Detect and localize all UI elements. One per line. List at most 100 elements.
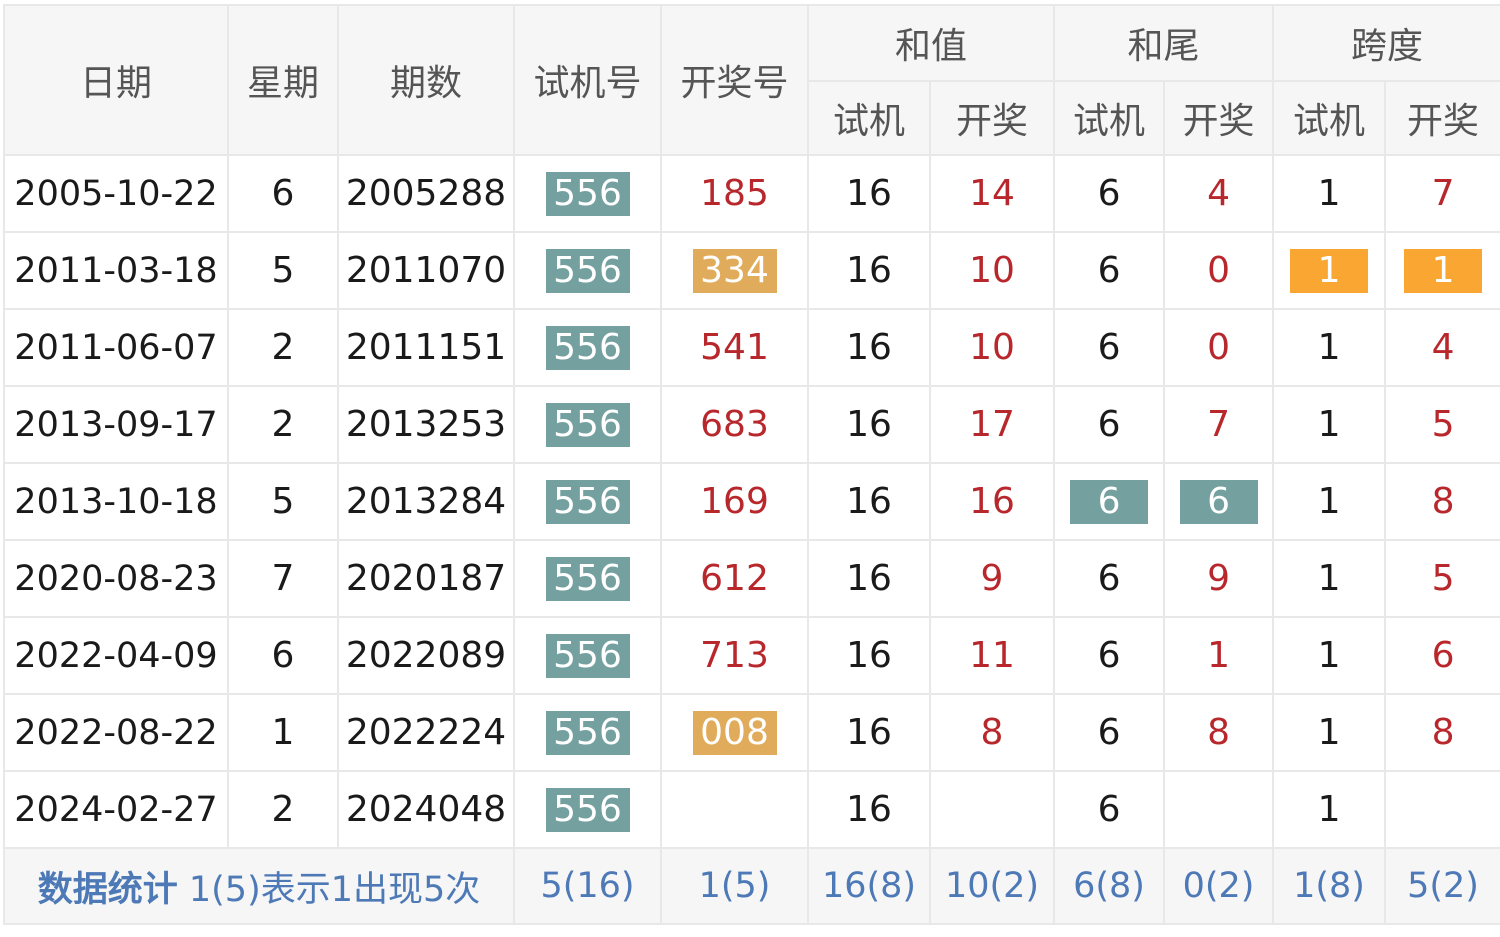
cell-sum-trial: 16 [807, 385, 931, 464]
header-span: 跨度 [1272, 4, 1500, 82]
cell-tail-trial: 6 [1053, 308, 1166, 387]
header-draw-number: 开奖号 [660, 4, 809, 156]
cell-weekday: 1 [227, 693, 339, 772]
stats-note: 1(5)表示1出现5次 [188, 869, 481, 910]
cell-issue: 2011070 [337, 231, 515, 310]
cell-issue: 2020187 [337, 539, 515, 618]
cell-issue: 2024048 [337, 770, 515, 849]
trial-number-badge: 556 [545, 479, 630, 524]
stats-sum-trial: 16(8) [807, 847, 931, 925]
trial-number-history-table: 日期 星期 期数 试机号 开奖号 和值 和尾 跨度 试机 开奖 试机 开奖 试机… [3, 4, 1500, 925]
table-row: 2013-09-17 2 2013253 556 683 16 17 6 7 1… [3, 385, 1500, 464]
header-issue: 期数 [337, 4, 515, 156]
cell-date: 2011-03-18 [3, 231, 229, 310]
cell-weekday: 2 [227, 770, 339, 849]
cell-tail-draw: 0 [1163, 308, 1275, 387]
header-sum-draw: 开奖 [928, 80, 1056, 156]
cell-trial: 556 [513, 231, 662, 310]
cell-date: 2022-08-22 [3, 693, 229, 772]
header-sum-tail: 和尾 [1053, 4, 1275, 82]
cell-sum-draw: 8 [928, 693, 1056, 772]
cell-trial: 556 [513, 385, 662, 464]
header-trial-number: 试机号 [513, 4, 662, 156]
cell-draw: 334 [660, 231, 809, 310]
cell-issue: 2013253 [337, 385, 515, 464]
cell-issue: 2013284 [337, 462, 515, 541]
cell-weekday: 5 [227, 462, 339, 541]
span-match-badge: 1 [1290, 248, 1369, 293]
cell-span-trial: 1 [1272, 308, 1387, 387]
cell-weekday: 2 [227, 385, 339, 464]
cell-trial: 556 [513, 462, 662, 541]
cell-tail-draw [1163, 770, 1275, 849]
cell-span-trial: 1 [1272, 231, 1387, 310]
cell-draw: 169 [660, 462, 809, 541]
cell-sum-trial: 16 [807, 693, 931, 772]
cell-trial: 556 [513, 693, 662, 772]
cell-tail-trial: 6 [1053, 462, 1166, 541]
cell-date: 2011-06-07 [3, 308, 229, 387]
trial-number-badge: 556 [545, 402, 630, 447]
cell-span-trial: 1 [1272, 770, 1387, 849]
cell-date: 2013-10-18 [3, 462, 229, 541]
cell-trial: 556 [513, 308, 662, 387]
cell-sum-trial: 16 [807, 462, 931, 541]
cell-sum-trial: 16 [807, 231, 931, 310]
cell-issue: 2005288 [337, 154, 515, 233]
cell-tail-draw: 4 [1163, 154, 1275, 233]
cell-span-trial: 1 [1272, 616, 1387, 695]
cell-span-draw: 7 [1384, 154, 1500, 233]
cell-tail-trial: 6 [1053, 693, 1166, 772]
cell-sum-trial: 16 [807, 154, 931, 233]
trial-number-badge: 556 [545, 556, 630, 601]
cell-issue: 2011151 [337, 308, 515, 387]
cell-trial: 556 [513, 154, 662, 233]
cell-sum-draw: 10 [928, 231, 1056, 310]
cell-sum-draw: 10 [928, 308, 1056, 387]
cell-sum-trial: 16 [807, 616, 931, 695]
cell-span-draw: 8 [1384, 462, 1500, 541]
cell-issue: 2022089 [337, 616, 515, 695]
cell-span-trial: 1 [1272, 539, 1387, 618]
stats-draw: 1(5) [660, 847, 809, 925]
stats-tail-draw: 0(2) [1163, 847, 1275, 925]
table-row: 2022-08-22 1 2022224 556 008 16 8 6 8 1 … [3, 693, 1500, 772]
table-row: 2022-04-09 6 2022089 556 713 16 11 6 1 1… [3, 616, 1500, 695]
cell-trial: 556 [513, 770, 662, 849]
cell-tail-trial: 6 [1053, 539, 1166, 618]
cell-span-draw: 5 [1384, 539, 1500, 618]
header-sum: 和值 [806, 4, 1056, 82]
header-date: 日期 [3, 4, 229, 156]
cell-span-draw: 4 [1384, 308, 1500, 387]
stats-sum-draw: 10(2) [928, 847, 1056, 925]
table-row: 2005-10-22 6 2005288 556 185 16 14 6 4 1… [3, 154, 1500, 233]
cell-date: 2020-08-23 [3, 539, 229, 618]
cell-tail-trial: 6 [1053, 231, 1166, 310]
cell-span-draw [1384, 770, 1500, 849]
cell-span-draw: 1 [1384, 231, 1500, 310]
header-span-draw: 开奖 [1384, 80, 1500, 156]
cell-weekday: 6 [227, 154, 339, 233]
trial-number-badge: 556 [545, 171, 630, 216]
trial-number-badge: 556 [545, 710, 630, 755]
cell-span-draw: 8 [1384, 693, 1500, 772]
draw-number-highlight-badge: 334 [692, 248, 777, 293]
tail-match-badge: 6 [1179, 479, 1258, 524]
stats-span-trial: 1(8) [1272, 847, 1387, 925]
cell-tail-trial: 6 [1053, 616, 1166, 695]
cell-tail-trial: 6 [1053, 770, 1166, 849]
table-row: 2011-03-18 5 2011070 556 334 16 10 6 0 1… [3, 231, 1500, 310]
stats-trial: 5(16) [513, 847, 662, 925]
stats-title: 数据统计 [37, 869, 178, 910]
cell-date: 2013-09-17 [3, 385, 229, 464]
cell-weekday: 5 [227, 231, 339, 310]
cell-span-draw: 6 [1384, 616, 1500, 695]
cell-sum-draw: 16 [928, 462, 1056, 541]
draw-number-highlight-badge: 008 [692, 710, 777, 755]
cell-sum-draw: 14 [928, 154, 1056, 233]
table-row: 2020-08-23 7 2020187 556 612 16 9 6 9 1 … [3, 539, 1500, 618]
header-span-trial: 试机 [1272, 80, 1387, 156]
cell-sum-trial: 16 [807, 539, 931, 618]
header-tail-draw: 开奖 [1163, 80, 1275, 156]
cell-weekday: 2 [227, 308, 339, 387]
